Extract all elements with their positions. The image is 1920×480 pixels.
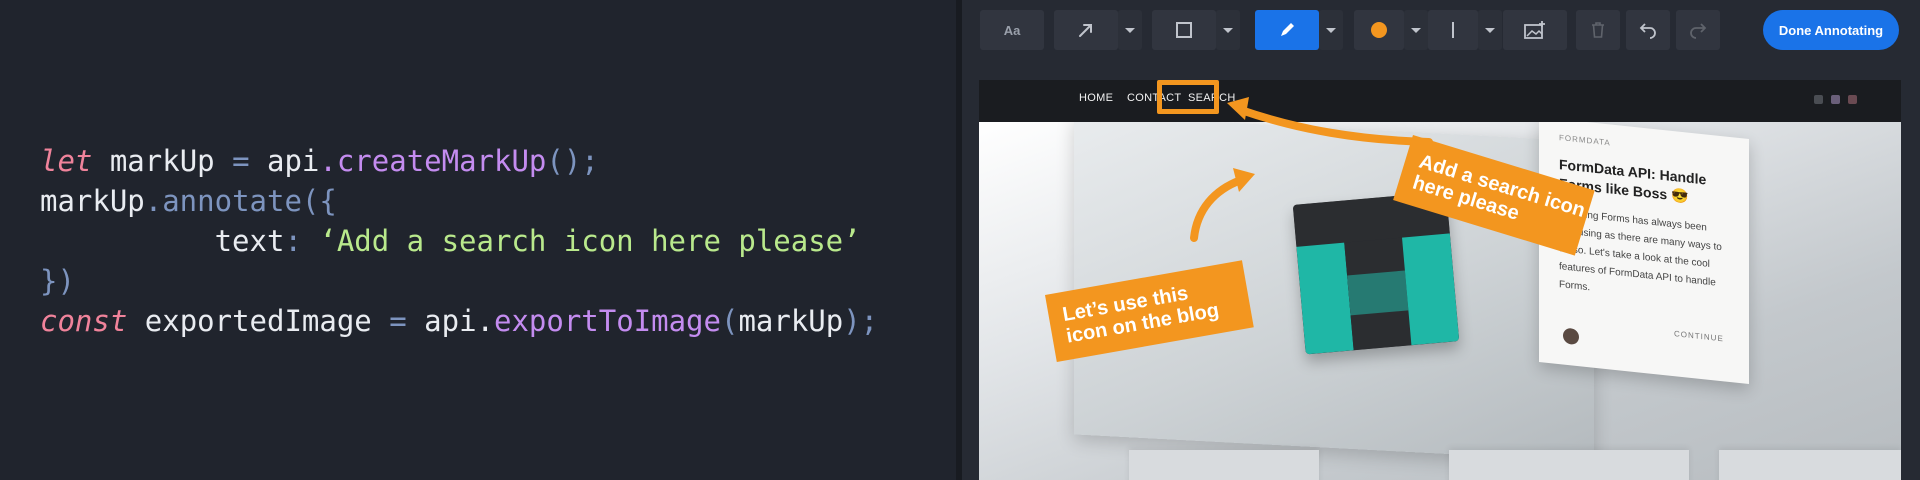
undo-icon — [1639, 23, 1656, 39]
code-token: ); — [843, 304, 879, 338]
arrow-tool-button[interactable] — [1054, 10, 1118, 50]
redo-button[interactable] — [1676, 10, 1720, 50]
site-nav-icon — [1831, 95, 1840, 104]
site-card-preview — [1719, 450, 1901, 480]
stroke-width-dropdown[interactable] — [1478, 10, 1502, 50]
text-tool-button[interactable]: Aa — [980, 10, 1044, 50]
arrow-tool-dropdown[interactable] — [1118, 10, 1142, 50]
code-line: let markUp = api.createMarkUp(); — [40, 141, 878, 181]
done-annotating-button[interactable]: Done Annotating — [1763, 10, 1899, 50]
pen-tool-icon — [1281, 23, 1294, 36]
code-token: markUp — [92, 144, 233, 178]
color-dot-icon — [1371, 22, 1387, 38]
code-token: markUp — [738, 304, 844, 338]
code-token: api. — [406, 304, 494, 338]
code-token: .createMarkUp — [319, 144, 547, 178]
code-panel: let markUp = api.createMarkUp(); markUp.a… — [0, 0, 956, 480]
code-line: }) — [40, 261, 878, 301]
arrow-tool-icon — [1079, 24, 1092, 37]
code-token: ‘Add a search icon here please’ — [319, 224, 861, 258]
article-more-link: CONTINUE — [1674, 329, 1724, 344]
site-nav-icon — [1814, 95, 1823, 104]
color-picker-dropdown[interactable] — [1404, 10, 1428, 50]
code-token: = — [232, 144, 250, 178]
color-picker-button[interactable] — [1354, 10, 1404, 50]
site-card-preview — [1449, 450, 1689, 480]
undo-button[interactable] — [1626, 10, 1670, 50]
rectangle-tool-dropdown[interactable] — [1216, 10, 1240, 50]
add-image-button[interactable] — [1503, 10, 1567, 50]
code-line: markUp.annotate({ — [40, 181, 878, 221]
stroke-width-button[interactable] — [1428, 10, 1478, 50]
code-token: = — [389, 304, 407, 338]
code-token: ( — [720, 304, 739, 338]
formdata-logo — [1292, 191, 1460, 355]
text-tool-label: Aa — [1003, 22, 1021, 38]
code-token: markUp — [40, 184, 145, 218]
code-token: exportToImage — [494, 304, 721, 338]
code-token: }) — [40, 264, 75, 298]
redo-icon — [1690, 23, 1707, 39]
annotator-panel: Aa Done Annotating FORMDATA FormData API… — [962, 0, 1920, 480]
pen-tool-button[interactable] — [1255, 10, 1319, 50]
code-token: ({ — [301, 184, 337, 218]
code-token: .annotate — [144, 184, 302, 218]
site-nav-icon — [1848, 95, 1857, 104]
stroke-width-icon — [1452, 22, 1454, 38]
pen-tool-dropdown[interactable] — [1319, 10, 1343, 50]
code-line: text: ‘Add a search icon here please’ — [40, 221, 878, 261]
site-card-preview — [1129, 450, 1319, 480]
delete-button[interactable] — [1576, 10, 1620, 50]
article-tag: FORMDATA — [1559, 133, 1611, 148]
annotation-canvas[interactable]: FORMDATA FormData API: Handle Forms like… — [979, 80, 1901, 480]
annotation-toolbar: Aa Done Annotating — [962, 0, 1920, 60]
code-token: (); — [546, 144, 599, 178]
rectangle-tool-icon — [1176, 22, 1192, 38]
code-token: exportedImage — [127, 304, 390, 338]
code-snippet: let markUp = api.createMarkUp(); markUp.a… — [40, 141, 878, 341]
trash-icon — [1592, 22, 1604, 38]
code-line: const exportedImage = api.exportToImage(… — [40, 301, 878, 341]
code-token: api — [249, 144, 320, 178]
avatar — [1563, 327, 1579, 346]
rectangle-tool-button[interactable] — [1152, 10, 1216, 50]
code-token: : — [284, 224, 320, 258]
code-token: text — [40, 224, 285, 258]
code-token: let — [40, 144, 93, 178]
add-image-icon — [1524, 21, 1545, 39]
annotation-rectangle[interactable] — [1157, 80, 1219, 114]
code-token: const — [40, 304, 128, 338]
site-navbar: HOME CONTACT SEARCH — [979, 80, 1901, 122]
site-nav-home: HOME — [1079, 92, 1114, 104]
